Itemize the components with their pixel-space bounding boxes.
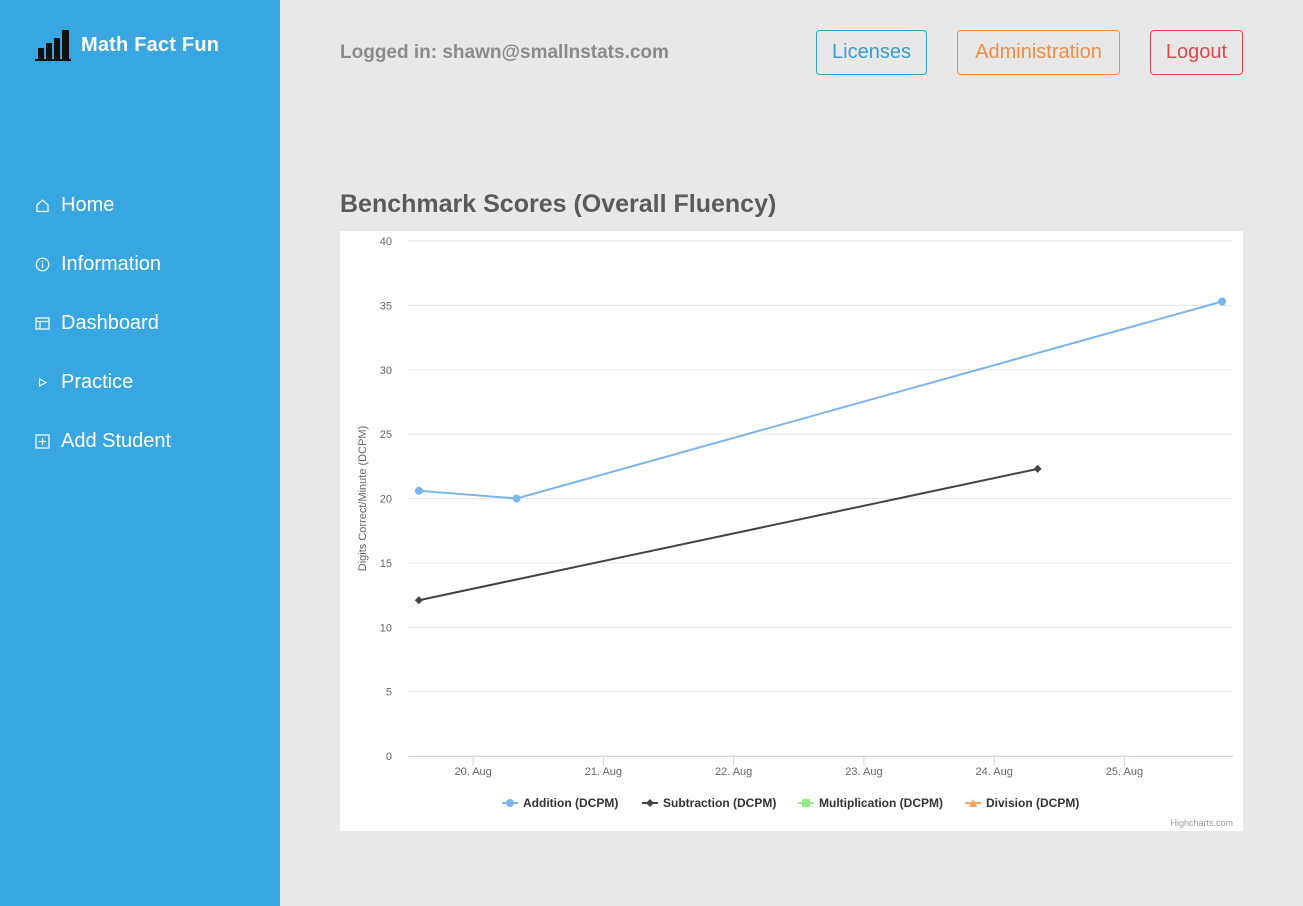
x-tick-label: 20. Aug xyxy=(454,766,491,778)
sidebar-item-label: Information xyxy=(61,253,162,275)
chart-credits[interactable]: Highcharts.com xyxy=(1170,818,1233,828)
y-tick-label: 0 xyxy=(386,751,392,763)
info-icon xyxy=(34,256,51,273)
legend-item: Multiplication (DCPM) xyxy=(819,796,943,810)
sidebar-item-label: Home xyxy=(61,194,115,216)
sidebar-item-practice[interactable]: Practice xyxy=(34,353,171,412)
home-icon xyxy=(34,197,51,214)
series-line xyxy=(418,300,1223,500)
data-point xyxy=(1033,464,1042,473)
y-tick-label: 40 xyxy=(380,236,392,248)
y-tick-label: 10 xyxy=(380,622,392,634)
legend-marker xyxy=(802,799,810,807)
y-tick-label: 25 xyxy=(380,429,392,441)
x-tick-label: 25. Aug xyxy=(1106,766,1143,778)
licenses-button[interactable]: Licenses xyxy=(816,30,927,75)
sidebar-nav: Home Information Dashboard Practice Add … xyxy=(34,176,171,471)
sidebar-item-information[interactable]: Information xyxy=(34,235,171,294)
sidebar-item-home[interactable]: Home xyxy=(34,176,171,235)
administration-button[interactable]: Administration xyxy=(957,30,1120,75)
sidebar-item-label: Dashboard xyxy=(61,312,159,334)
legend-item: Division (DCPM) xyxy=(986,796,1079,810)
y-tick-label: 35 xyxy=(380,300,392,312)
bar-chart-icon xyxy=(35,29,71,61)
play-icon xyxy=(34,374,51,391)
sidebar: Math Fact Fun Home Information Dashboard… xyxy=(0,0,280,906)
legend-marker xyxy=(646,799,654,807)
benchmark-chart: 0 5 10 15 20 25 30 35 40 20. Aug 21. Aug 22. Aug 23.… xyxy=(340,231,1243,831)
logged-in-user: Logged in: shawn@smallnstats.com xyxy=(340,42,669,63)
y-tick-label: 30 xyxy=(380,365,392,377)
data-point xyxy=(414,486,423,495)
sidebar-item-label: Add Student xyxy=(61,430,172,452)
x-tick-label: 21. Aug xyxy=(585,766,622,778)
dashboard-icon xyxy=(34,315,51,332)
app-name: Math Fact Fun xyxy=(81,33,220,56)
sidebar-item-dashboard[interactable]: Dashboard xyxy=(34,294,171,353)
sidebar-item-add-student[interactable]: Add Student xyxy=(34,412,171,471)
logout-button[interactable]: Logout xyxy=(1150,30,1243,75)
legend-item: Addition (DCPM) xyxy=(523,796,618,810)
x-tick-label: 22. Aug xyxy=(715,766,752,778)
chart-canvas: 0 5 10 15 20 25 30 35 40 20. Aug 21. Aug 22. Aug 23.… xyxy=(357,236,1233,810)
data-point xyxy=(414,596,423,605)
y-axis-title: Digits Correct/Minute (DCPM) xyxy=(357,426,369,571)
add-box-icon xyxy=(34,433,51,450)
brand[interactable]: Math Fact Fun xyxy=(35,28,219,62)
sidebar-item-label: Practice xyxy=(61,371,134,393)
data-point xyxy=(512,494,521,503)
y-tick-label: 20 xyxy=(380,494,392,506)
series-line xyxy=(418,467,1038,602)
page-title: Benchmark Scores (Overall Fluency) xyxy=(340,190,777,218)
legend-item: Subtraction (DCPM) xyxy=(663,796,776,810)
x-tick-label: 23. Aug xyxy=(845,766,882,778)
legend-marker xyxy=(506,799,514,807)
y-tick-label: 15 xyxy=(380,558,392,570)
data-point xyxy=(1218,297,1227,306)
x-tick-label: 24. Aug xyxy=(976,766,1013,778)
y-tick-label: 5 xyxy=(386,687,392,699)
